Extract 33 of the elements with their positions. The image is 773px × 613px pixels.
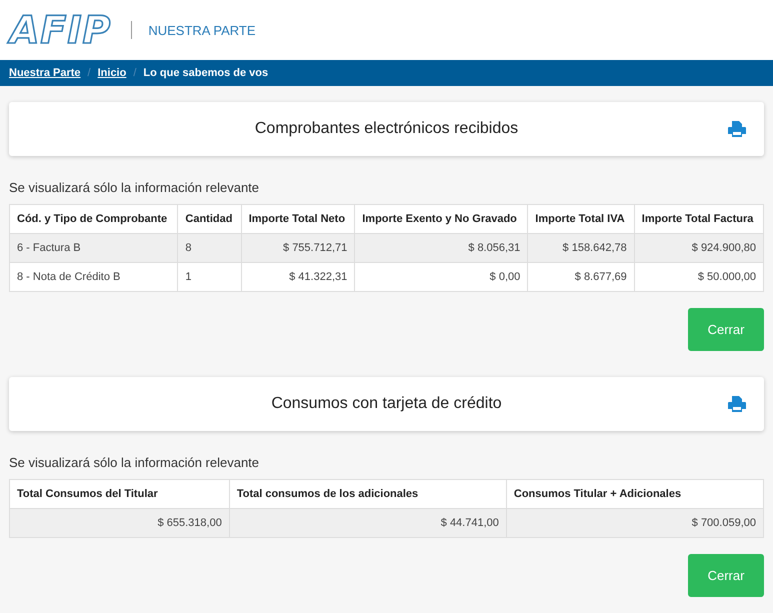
section-title: Comprobantes electrónicos recibidos	[254, 120, 518, 138]
table-cell: $ 755.712,71	[241, 234, 355, 262]
breadcrumb-separator: /	[88, 67, 91, 79]
table-cell: $ 158.642,78	[528, 234, 634, 262]
table-cell: $ 8.677,69	[528, 262, 634, 292]
breadcrumb-link[interactable]: Inicio	[98, 67, 126, 79]
table-cell: $ 50.000,00	[634, 262, 764, 292]
table-cell: $ 0,00	[354, 262, 528, 292]
table-cell: $ 924.900,80	[634, 234, 764, 262]
column-header: Total consumos de los adicionales	[229, 480, 506, 508]
print-icon[interactable]	[728, 396, 746, 412]
breadcrumb-current: Lo que sabemos de vos	[143, 67, 268, 79]
table-cell: $ 655.318,00	[10, 508, 230, 538]
column-header: Consumos Titular + Adicionales	[506, 480, 764, 508]
table-cell: 6 - Factura B	[10, 234, 178, 262]
table-cell: 1	[178, 262, 242, 292]
column-header: Cód. y Tipo de Comprobante	[10, 204, 178, 234]
table-cell: $ 41.322,31	[241, 262, 355, 292]
table-cell: 8 - Nota de Crédito B	[10, 262, 178, 292]
table-cell: $ 700.059,00	[506, 508, 764, 538]
table-cell: 8	[178, 234, 242, 262]
column-header: Importe Total Factura	[634, 204, 764, 234]
info-note: Se visualizará sólo la información relevante	[9, 455, 260, 470]
breadcrumb-link[interactable]: Nuestra Parte	[9, 67, 81, 79]
breadcrumb-separator: /	[133, 67, 136, 79]
table-cell: $ 8.056,31	[354, 234, 528, 262]
column-header: Total Consumos del Titular	[10, 480, 230, 508]
section-title: Consumos con tarjeta de crédito	[271, 395, 502, 413]
site-title: NUESTRA PARTE	[148, 22, 256, 38]
info-note: Se visualizará sólo la información relevante	[9, 180, 260, 195]
print-icon[interactable]	[728, 121, 746, 137]
column-header: Importe Exento y No Gravado	[354, 204, 528, 234]
table-cell: $ 44.741,00	[229, 508, 506, 538]
